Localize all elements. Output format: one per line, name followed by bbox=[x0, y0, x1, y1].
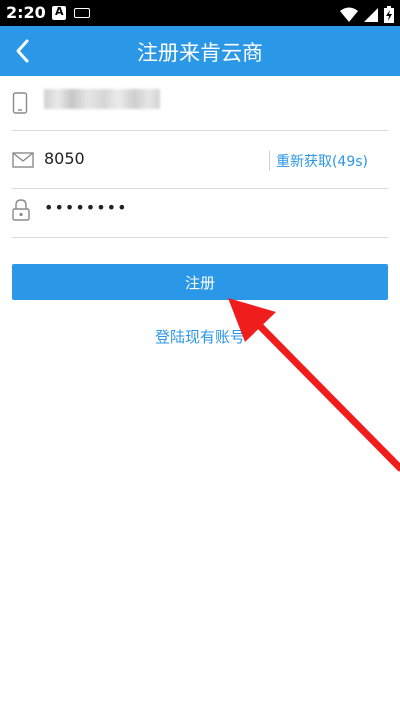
status-time: 2:20 bbox=[6, 3, 46, 22]
battery-charging-icon bbox=[384, 6, 394, 23]
login-existing-account-link[interactable]: 登陆现有账号 bbox=[0, 326, 400, 347]
password-input[interactable]: •••••••• bbox=[44, 198, 128, 217]
phone-icon bbox=[12, 92, 28, 118]
notification-a-icon bbox=[52, 5, 66, 20]
page-title: 注册来肯云商 bbox=[137, 41, 263, 65]
signal-icon bbox=[363, 7, 378, 22]
lock-icon bbox=[12, 199, 30, 225]
resend-code-button[interactable]: 重新获取(49s) bbox=[268, 151, 368, 171]
keyboard-icon bbox=[74, 8, 90, 18]
status-bar: 2:20 bbox=[0, 0, 400, 26]
code-input[interactable]: 8050 bbox=[44, 149, 85, 168]
register-button[interactable]: 注册 bbox=[12, 264, 388, 300]
status-icons bbox=[339, 4, 394, 23]
phone-value-blurred bbox=[44, 89, 160, 109]
wifi-icon bbox=[339, 7, 358, 22]
password-field[interactable]: •••••••• bbox=[12, 181, 388, 238]
title-bar: 注册来肯云商 bbox=[0, 26, 400, 76]
phone-field[interactable] bbox=[12, 74, 388, 131]
mail-icon bbox=[12, 152, 34, 172]
